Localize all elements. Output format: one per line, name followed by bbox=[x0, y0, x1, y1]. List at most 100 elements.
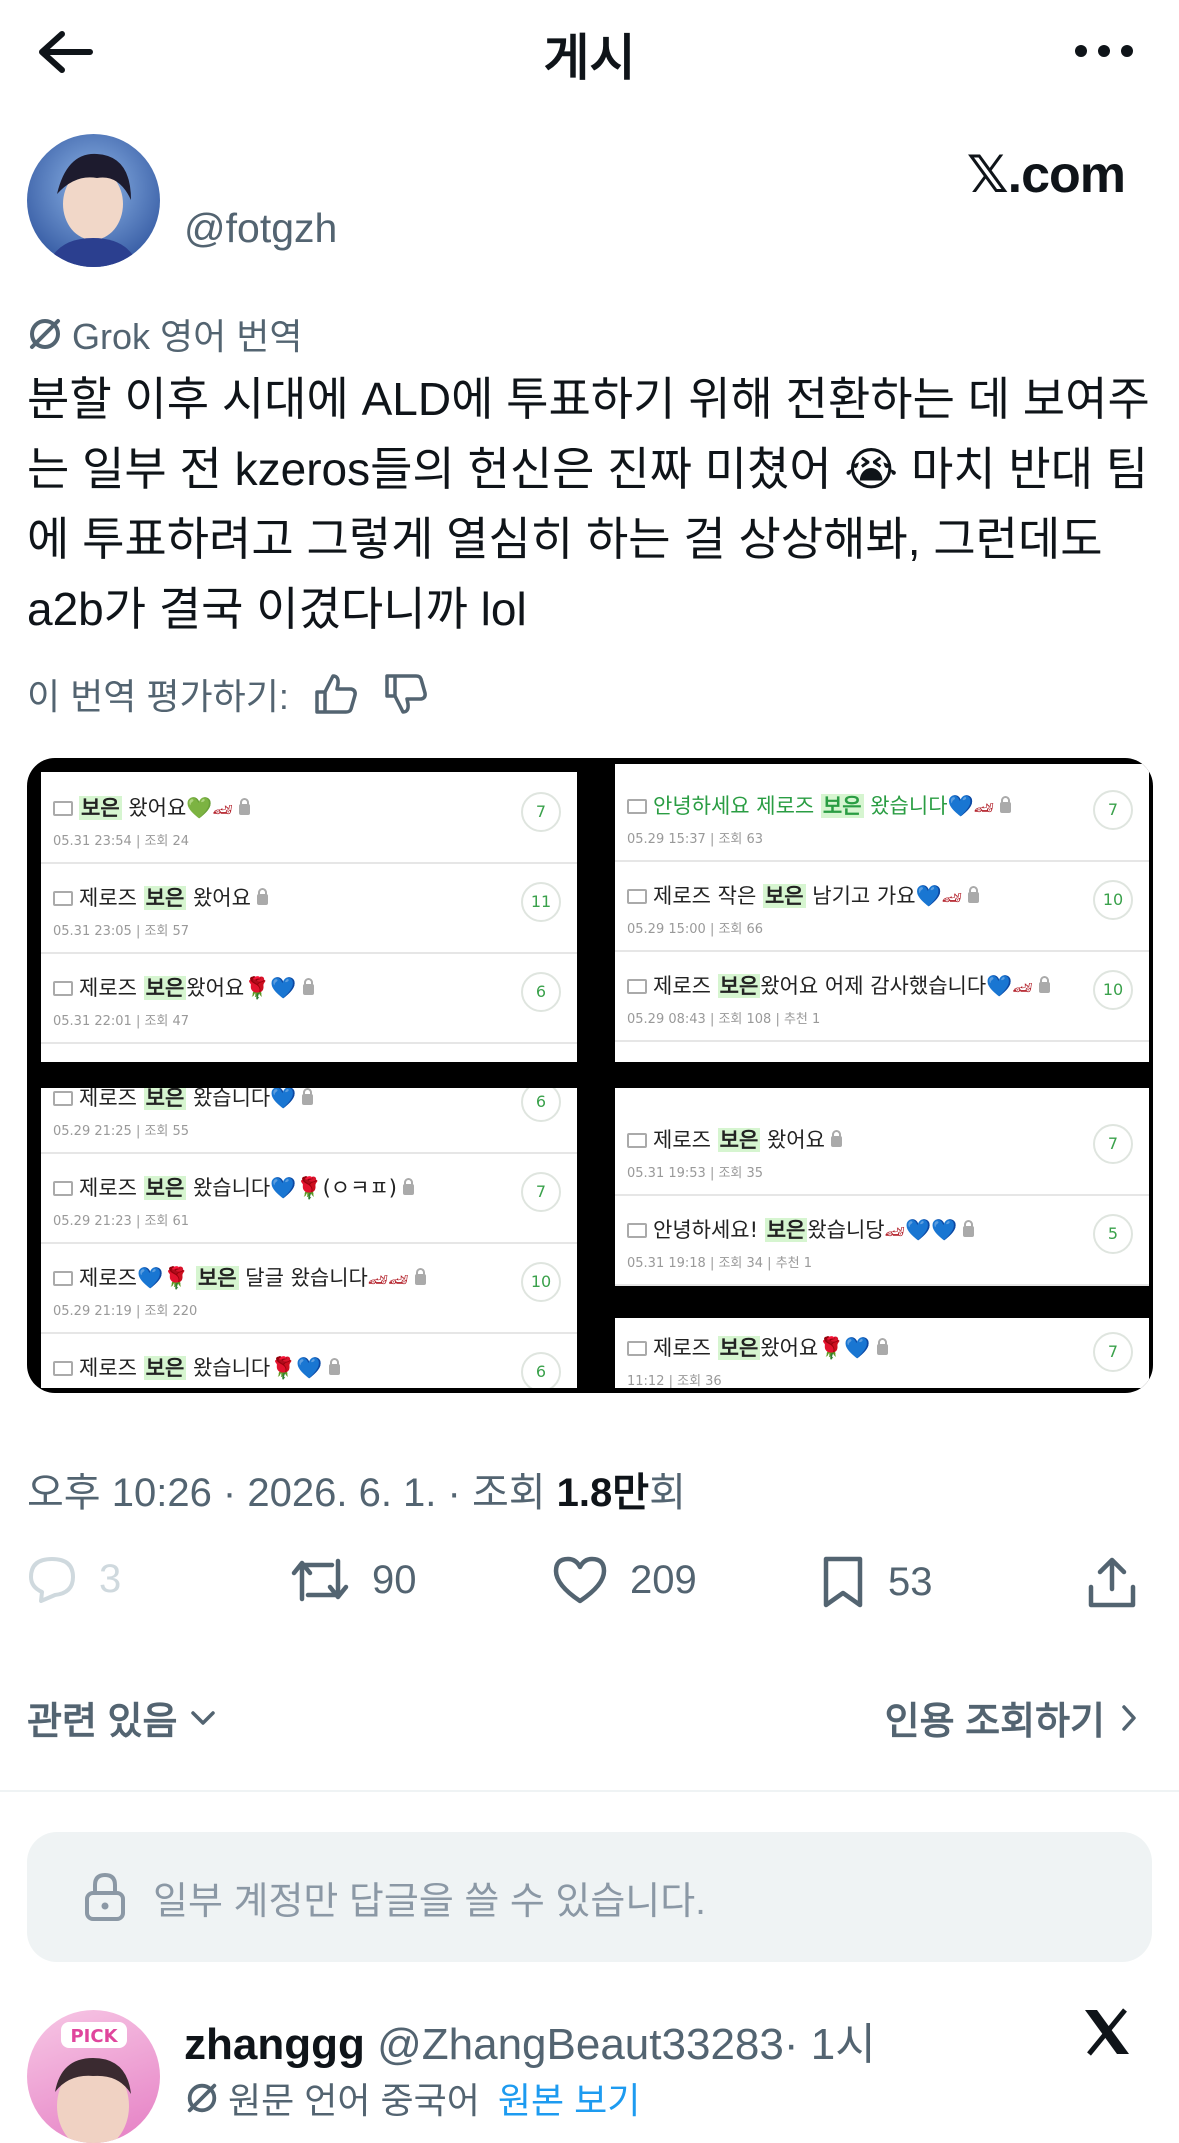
bookmark-icon bbox=[823, 1556, 863, 1608]
image-icon bbox=[627, 889, 647, 904]
image-icon bbox=[53, 981, 73, 996]
lock-icon bbox=[302, 978, 314, 995]
list-item-title: 제로즈 보은 왔습니다🌹💙 bbox=[53, 1352, 340, 1382]
share-button[interactable] bbox=[1085, 1555, 1139, 1611]
car-emoji: 🏎 bbox=[884, 1222, 905, 1241]
heart-b-emoji: 💙 bbox=[296, 1356, 323, 1380]
translation-label: Grok 영어 번역 bbox=[26, 308, 303, 360]
show-original-link[interactable]: 원본 보기 bbox=[498, 2072, 640, 2124]
list-item-title: 제로즈 작은 보은 남기고 가요💙🏎 bbox=[627, 880, 980, 910]
image-icon bbox=[53, 1361, 73, 1376]
list-item-meta: 05.31 19:18 | 조회 34 | 추천 1 bbox=[627, 1256, 813, 1271]
post-image-collage[interactable]: 보은 왔어요💚🏎 05.31 23:54 | 조회 24 7 제로즈 보은 왔어요 05… bbox=[27, 758, 1153, 1393]
list-item-title: 제로즈 보은왔어요🌹💙 bbox=[627, 1332, 888, 1362]
reply-time: · 1시 bbox=[783, 2020, 876, 2069]
reply-language-label: 원문 언어 중국어 bbox=[228, 2080, 480, 2121]
list-item: 제로즈 보은왔어요🌹💙 11:12 | 조회 36 7 bbox=[615, 1318, 1149, 1388]
retweet-count: 90 bbox=[372, 1557, 417, 1602]
lock-icon bbox=[1038, 976, 1050, 993]
reply-count: 3 bbox=[99, 1556, 122, 1601]
car-emoji: 🏎 bbox=[388, 1270, 409, 1289]
lock-icon bbox=[238, 798, 250, 815]
comment-count-badge: 5 bbox=[1093, 1214, 1133, 1254]
list-item-title: 안녕하세요 제로즈 보은 왔습니다💙🏎 bbox=[627, 790, 1011, 820]
list-item: 제로즈💙🌹 보은 달글 왔습니다🏎🏎 05.29 21:19 | 조회 220 10 bbox=[41, 1242, 577, 1334]
image-icon bbox=[627, 1223, 647, 1238]
more-options-button[interactable] bbox=[1069, 26, 1139, 76]
lock-icon bbox=[876, 1338, 888, 1355]
list-item-meta: 05.31 19:53 | 조회 35 bbox=[627, 1166, 764, 1181]
list-item: 안녕하세요 제로즈 보은 왔습니다💙🏎 05.29 15:37 | 조회 63 7 bbox=[615, 770, 1149, 862]
like-button[interactable]: 209 bbox=[552, 1555, 697, 1605]
share-icon bbox=[1088, 1557, 1136, 1608]
rate-translation: 이 번역 평가하기: bbox=[27, 668, 429, 720]
car-emoji: 🏎 bbox=[367, 1270, 389, 1289]
comment-count-badge: 7 bbox=[1093, 790, 1133, 830]
list-item: 보은 왔어요💚🏎 05.31 23:54 | 조회 24 7 bbox=[41, 772, 577, 864]
author-handle[interactable]: @fotgzh bbox=[184, 205, 337, 252]
x-logo-icon bbox=[1081, 2006, 1133, 2058]
comment-count-badge: 7 bbox=[521, 1172, 561, 1212]
comment-count-badge: 6 bbox=[521, 972, 561, 1012]
comment-count-badge: 10 bbox=[1093, 970, 1133, 1010]
list-item-title: 제로즈💙🌹 보은 달글 왔습니다🏎🏎 bbox=[53, 1262, 426, 1292]
comment-count-badge: 7 bbox=[1093, 1124, 1133, 1164]
heart-b-emoji: 💙 bbox=[904, 1218, 932, 1242]
lock-icon bbox=[1000, 796, 1011, 813]
list-item: 안녕하세요! 보은왔습니당🏎💙💙 05.31 19:18 | 조회 34 | 추천… bbox=[615, 1194, 1149, 1286]
related-toggle[interactable]: 관련 있음 bbox=[27, 1690, 217, 1745]
list-item-title: 제로즈 보은왔어요🌹💙 bbox=[53, 972, 314, 1002]
lock-icon bbox=[256, 888, 268, 905]
grok-icon bbox=[187, 2083, 217, 2113]
lock-icon bbox=[968, 886, 980, 903]
heart-b-emoji: 💙 bbox=[136, 1266, 164, 1290]
author-avatar[interactable] bbox=[27, 134, 160, 267]
collage-panel-top-left: 보은 왔어요💚🏎 05.31 23:54 | 조회 24 7 제로즈 보은 왔어요 05… bbox=[41, 772, 577, 1062]
view-quotes-link[interactable]: 인용 조회하기 bbox=[885, 1690, 1139, 1745]
list-item-title: 제로즈 보은 왔습니다💙🌹(ㅇㅋㅍ) bbox=[53, 1172, 414, 1202]
list-item-title: 제로즈 보은 왔어요 bbox=[53, 882, 268, 912]
thumbs-up-icon[interactable] bbox=[313, 672, 359, 716]
list-item: 제로즈 작은 보은 남기고 가요💙🏎 05.29 15:00 | 조회 66 10 bbox=[615, 860, 1149, 952]
heart-b-emoji: 💙 bbox=[270, 1176, 297, 1200]
list-item-meta: 05.31 23:54 | 조회 24 bbox=[53, 834, 190, 849]
list-item-meta: 05.31 23:05 | 조회 57 bbox=[53, 924, 190, 939]
view-count-suffix: 회 bbox=[649, 1471, 686, 1515]
bookmark-button[interactable]: 53 bbox=[820, 1555, 933, 1609]
grok-icon bbox=[30, 319, 60, 349]
rate-translation-label: 이 번역 평가하기: bbox=[27, 676, 289, 717]
image-icon bbox=[53, 1271, 73, 1286]
comment-count-badge: 10 bbox=[521, 1262, 561, 1302]
heart-b-emoji: 💙 bbox=[931, 1218, 958, 1242]
collage-panel-bottom-left: 제로즈 보은 왔습니다💙 05.29 21:25 | 조회 55 6 제로즈 보은 왔… bbox=[41, 1088, 577, 1388]
heart-b-emoji: 💙 bbox=[947, 794, 974, 818]
reply-language-line: 원문 언어 중국어 원본 보기 bbox=[184, 2072, 640, 2124]
car-emoji: 🏎 bbox=[941, 888, 963, 907]
comment-count-badge: 6 bbox=[521, 1352, 561, 1388]
rose-emoji: 🌹 bbox=[244, 976, 271, 1000]
heart-b-emoji: 💙 bbox=[270, 1088, 297, 1110]
thumbs-down-icon[interactable] bbox=[383, 672, 429, 716]
list-item: 제로즈 보은 왔어요 05.31 19:53 | 조회 35 7 bbox=[615, 1104, 1149, 1196]
list-item-title: 안녕하세요! 보은왔습니당🏎💙💙 bbox=[627, 1214, 975, 1244]
list-item-title: 제로즈 보은왔어요 어제 감사했습니다💙🏎 bbox=[627, 970, 1050, 1000]
chevron-down-icon bbox=[191, 1710, 216, 1725]
reply-avatar[interactable]: PICK bbox=[27, 2010, 160, 2143]
page-title: 게시 bbox=[543, 30, 636, 86]
comment-count-badge: 10 bbox=[1093, 880, 1133, 920]
reply-author[interactable]: zhanggg @ZhangBeaut33283· 1시 bbox=[184, 2008, 876, 2072]
lock-icon bbox=[963, 1220, 975, 1237]
list-item: 제로즈 보은왔어요 어제 감사했습니다💙🏎 05.29 08:43 | 조회 10… bbox=[615, 950, 1149, 1042]
comment-count-badge: 7 bbox=[1093, 1332, 1133, 1372]
reply-restriction-text: 일부 계정만 답글을 쓸 수 있습니다. bbox=[153, 1880, 706, 1923]
image-icon bbox=[627, 1133, 647, 1148]
reply-button[interactable]: 3 bbox=[27, 1555, 121, 1603]
translation-label-text: Grok 영어 번역 bbox=[72, 316, 303, 357]
retweet-button[interactable]: 90 bbox=[290, 1555, 417, 1605]
image-icon bbox=[627, 979, 647, 994]
x-com-watermark: 𝕏.com bbox=[966, 146, 1126, 204]
rose-emoji: 🌹 bbox=[296, 1176, 323, 1200]
retweet-icon bbox=[291, 1558, 349, 1602]
list-item-title: 제로즈 보은 왔습니다💙 bbox=[53, 1088, 314, 1112]
heart-b-emoji: 💙 bbox=[986, 974, 1013, 998]
